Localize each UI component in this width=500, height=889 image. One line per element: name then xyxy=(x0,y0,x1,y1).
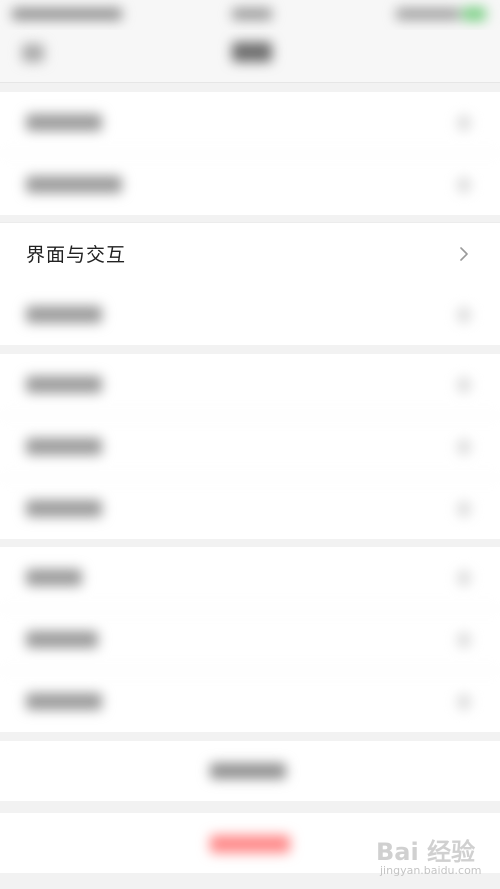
chevron-right-icon xyxy=(460,247,468,261)
settings-group-4 xyxy=(0,547,500,732)
settings-row[interactable] xyxy=(0,284,500,345)
settings-row[interactable] xyxy=(0,154,500,215)
settings-group-1 xyxy=(0,92,500,215)
chevron-right-icon xyxy=(458,633,470,647)
settings-row[interactable] xyxy=(0,478,500,539)
back-button[interactable] xyxy=(22,44,44,62)
settings-group-3 xyxy=(0,354,500,539)
watermark-logo: Bai 经验 jingyan.baidu.com xyxy=(376,832,494,882)
settings-row-label: 界面与交互 xyxy=(26,244,127,266)
switch-account-button[interactable] xyxy=(0,741,500,801)
navigation-bar xyxy=(0,30,500,83)
carrier-signal xyxy=(12,8,122,20)
settings-row[interactable] xyxy=(0,671,500,732)
chevron-right-icon xyxy=(458,308,470,322)
status-time xyxy=(232,8,272,20)
watermark-brand: Bai 经验 xyxy=(376,838,476,866)
settings-row[interactable] xyxy=(0,609,500,671)
settings-group-2 xyxy=(0,284,500,345)
chevron-right-icon xyxy=(458,178,470,192)
page-title xyxy=(232,42,272,62)
watermark-url: jingyan.baidu.com xyxy=(380,864,482,877)
chevron-right-icon xyxy=(458,502,470,516)
settings-row[interactable] xyxy=(0,354,500,416)
status-network xyxy=(396,8,460,20)
chevron-right-icon xyxy=(458,695,470,709)
chevron-right-icon xyxy=(458,440,470,454)
settings-row[interactable] xyxy=(0,547,500,609)
battery-icon xyxy=(462,7,486,21)
settings-row[interactable] xyxy=(0,92,500,154)
settings-row[interactable] xyxy=(0,416,500,478)
chevron-right-icon xyxy=(458,378,470,392)
chevron-right-icon xyxy=(458,116,470,130)
chevron-right-icon xyxy=(458,571,470,585)
status-bar xyxy=(0,0,500,30)
settings-row-interface-interaction[interactable]: 界面与交互 xyxy=(0,222,500,286)
